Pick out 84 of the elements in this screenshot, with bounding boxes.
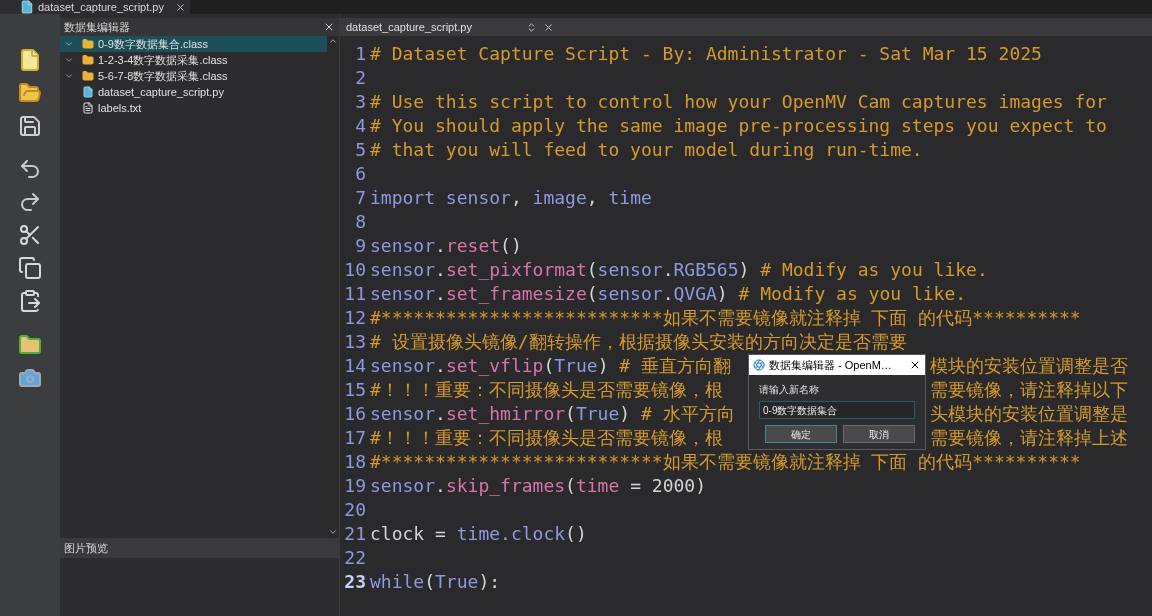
code-line: while(True): <box>370 570 501 594</box>
line-number: 13 <box>343 330 367 354</box>
scissors-icon[interactable] <box>18 223 42 247</box>
code-line: #**************************如果不需要镜像就注释掉 下面 的代码********** <box>370 450 1081 474</box>
code-line: # You should apply the same image pre-processing steps you expect to <box>370 114 1107 138</box>
scroll-down-icon[interactable] <box>328 527 338 537</box>
tree-item[interactable]: 1-2-3-4数字数据采集.class <box>60 52 327 68</box>
code-line: # Dataset Capture Script - By: Administrator - Sat Mar 15 2025 <box>370 42 1042 66</box>
top-tab[interactable]: dataset_capture_script.py <box>0 0 190 14</box>
code-line: # Use this script to control how your OpenMV Cam captures images for <box>370 90 1107 114</box>
code-line: sensor.set_hmirror(True) # 水平方向 <box>370 402 735 426</box>
editor-tab[interactable]: dataset_capture_script.py <box>340 18 1152 36</box>
save-icon[interactable] <box>18 114 42 138</box>
code-line: sensor.skip_frames(time = 2000) <box>370 474 706 498</box>
tree-item[interactable]: labels.txt <box>60 100 327 116</box>
code-line: sensor.set_vflip(True) # 垂直方向翻 <box>370 354 731 378</box>
copy-icon[interactable] <box>18 256 42 280</box>
code-line: #！！！重要：不同摄像头是否需要镜像，根 <box>370 378 723 402</box>
line-number: 7 <box>354 186 367 210</box>
panel-title: 图片预览 <box>64 540 108 556</box>
name-input[interactable]: 0-9数字数据集合 <box>759 401 915 419</box>
dialog-title: 数据集编辑器 - OpenM… <box>769 357 893 373</box>
line-number: 2 <box>354 66 367 90</box>
line-number: 16 <box>343 402 367 426</box>
redo-icon[interactable] <box>18 190 42 214</box>
code-line: # that you will feed to your model during run-time. <box>370 138 923 162</box>
code-line: sensor.reset() <box>370 234 522 258</box>
code-line: clock = time.clock() <box>370 522 587 546</box>
code-line: 需要镜像，请注释掉以下 <box>930 378 1128 402</box>
line-number: 9 <box>354 234 367 258</box>
line-number: 22 <box>343 546 367 570</box>
code-line: sensor.set_framesize(sensor.QVGA) # Modify as you like. <box>370 282 967 306</box>
line-number: 3 <box>354 90 367 114</box>
line-number: 10 <box>343 258 367 282</box>
line-number: 17 <box>343 426 367 450</box>
folder-icon <box>82 38 94 50</box>
code-line: #**************************如果不需要镜像就注释掉 下面 的代码********** <box>370 306 1081 330</box>
camera-icon[interactable] <box>18 366 42 390</box>
line-number: 4 <box>354 114 367 138</box>
close-icon[interactable] <box>909 359 921 371</box>
line-number: 20 <box>343 498 367 522</box>
line-number: 1 <box>354 42 367 66</box>
close-icon[interactable] <box>543 21 554 33</box>
code-line: 头模块的安装位置调整是 <box>930 402 1128 426</box>
code-line: 需要镜像，请注释掉上述 <box>930 426 1128 450</box>
tree-item[interactable]: 0-9数字数据集合.class <box>60 36 327 52</box>
dialog-button[interactable]: 取消 <box>843 425 915 443</box>
undo-icon[interactable] <box>18 157 42 181</box>
line-number: 19 <box>343 474 367 498</box>
scroll-up-icon[interactable] <box>328 36 338 46</box>
line-number: 11 <box>343 282 367 306</box>
line-number: 14 <box>343 354 367 378</box>
scrollbar[interactable] <box>327 36 339 537</box>
script-file-icon <box>82 86 94 98</box>
panel-title: 数据集编辑器 <box>64 19 130 35</box>
folder-icon <box>82 54 94 66</box>
new-file-icon[interactable] <box>18 48 42 72</box>
line-number: 12 <box>343 306 367 330</box>
folder-icon <box>82 70 94 82</box>
open-folder-icon[interactable] <box>18 81 42 105</box>
sort-icon[interactable] <box>526 21 537 33</box>
line-number: 6 <box>354 162 367 186</box>
line-number: 15 <box>343 378 367 402</box>
line-number: 18 <box>343 450 367 474</box>
tree-item[interactable]: dataset_capture_script.py <box>60 84 327 100</box>
aperture-icon <box>753 359 765 371</box>
script-file-icon <box>20 0 34 14</box>
line-number: 8 <box>354 210 367 234</box>
dialog-button[interactable]: 确定 <box>765 425 837 443</box>
close-icon[interactable] <box>175 1 186 13</box>
prompt-label: 请输入新名称 <box>759 383 820 397</box>
line-number: 23 <box>343 570 367 594</box>
code-line: import sensor, image, time <box>370 186 652 210</box>
text-file-icon <box>82 102 94 114</box>
line-number: 21 <box>343 522 367 546</box>
folder-plus-icon[interactable] <box>18 333 42 357</box>
code-line: sensor.set_pixformat(sensor.RGB565) # Modify as you like. <box>370 258 988 282</box>
paste-icon[interactable] <box>18 289 42 313</box>
line-number: 5 <box>354 138 367 162</box>
code-line: # 设置摄像头镜像/翻转操作，根据摄像头安装的方向决定是否需要 <box>370 330 907 354</box>
close-icon[interactable] <box>323 21 335 33</box>
code-line: 模块的安装位置调整是否 <box>930 354 1128 378</box>
tree-item[interactable]: 5-6-7-8数字数据采集.class <box>60 68 327 84</box>
code-line: #！！！重要：不同摄像头是否需要镜像，根 <box>370 426 723 450</box>
